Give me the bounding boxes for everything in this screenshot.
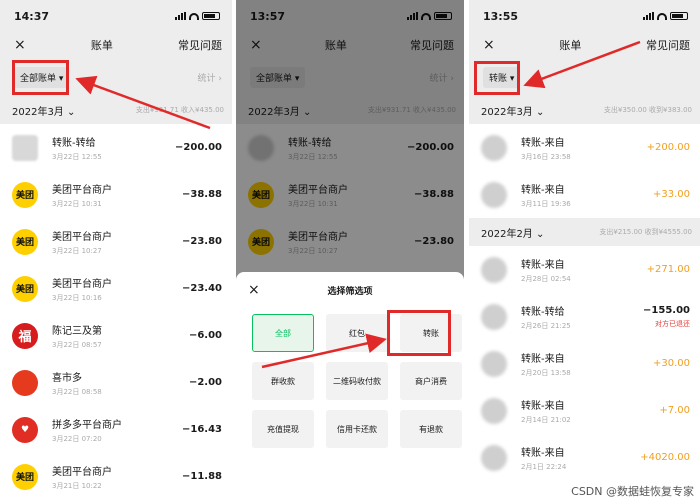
- arrow-to-transfer-filter: [523, 40, 641, 89]
- watermark-text: CSDN @数据蛙恢复专家: [571, 485, 694, 498]
- arrow-to-transfer-option: [261, 333, 387, 369]
- screenshot-stage: 14:37 × 账单 常见问题 全部账单 ▾ 统计 › 2022年3月 ⌄ 支出…: [0, 0, 700, 503]
- arrow-to-all-bills: [75, 75, 211, 130]
- annotation-arrows: [75, 40, 641, 369]
